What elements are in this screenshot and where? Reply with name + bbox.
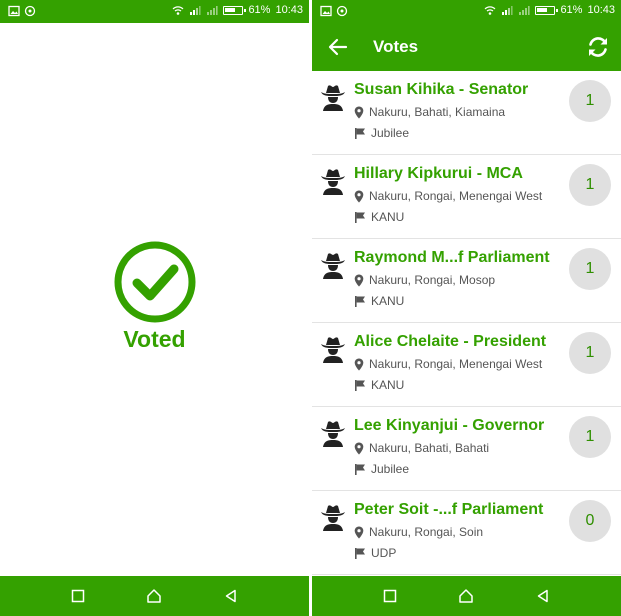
app-bar: Votes [312,23,621,71]
cowboy-avatar-icon [321,421,345,447]
candidate-name: Susan Kihika - Senator [354,81,529,98]
location-pin-icon [354,358,364,370]
vote-row[interactable]: Raymond M...f Parliament Nakuru, Rongai,… [312,239,621,323]
battery-percent: 61% [560,4,583,16]
back-nav-icon[interactable] [219,584,243,608]
vote-row[interactable]: Peter Soit -...f Parliament Nakuru, Rong… [312,491,621,575]
party-text: KANU [371,210,405,224]
location-pin-icon [354,442,364,454]
party-text: Jubilee [371,462,410,476]
flag-icon [355,464,365,475]
location-pin-icon [354,106,364,118]
party-line: Jubilee [354,462,409,476]
location-line: Nakuru, Rongai, Menengai West [354,189,542,203]
flag-icon [355,128,365,139]
party-text: KANU [371,294,405,308]
wifi-icon [173,6,184,15]
cowboy-avatar-icon [321,505,345,531]
location-text: Nakuru, Rongai, Menengai West [369,189,543,203]
candidate-name: Hillary Kipkurui - MCA [354,165,523,182]
status-bar: 61% 10:43 [0,0,309,23]
voted-screen: 61% 10:43 Voted [0,0,309,616]
flag-icon [355,296,365,307]
flag-icon [355,548,365,559]
page-title: Votes [373,37,419,56]
status-bar: 61% 10:43 [312,0,621,23]
party-line: UDP [354,546,396,560]
location-line: Nakuru, Rongai, Soin [354,525,483,539]
vote-count-badge: 0 [569,500,611,542]
image-icon [8,5,20,17]
home-icon[interactable] [142,584,166,608]
image-icon [320,5,332,17]
location-text: Nakuru, Rongai, Soin [369,525,484,539]
recent-apps-icon[interactable] [66,584,90,608]
location-pin-icon [354,190,364,202]
check-circle-icon [114,241,195,323]
signal-icon [502,6,514,15]
back-nav-icon[interactable] [531,584,555,608]
vote-row[interactable]: Alice Chelaite - President Nakuru, Ronga… [312,323,621,407]
location-line: Nakuru, Bahati, Bahati [354,441,489,455]
party-text: UDP [371,546,397,560]
party-text: Jubilee [371,126,410,140]
party-line: KANU [354,294,404,308]
location-pin-icon [354,274,364,286]
location-text: Nakuru, Rongai, Mosop [369,273,496,287]
candidate-name: Lee Kinyanjui - Governor [354,417,545,434]
battery-icon [223,5,247,15]
vote-row[interactable]: Susan Kihika - Senator Nakuru, Bahati, K… [312,71,621,155]
sync-icon [24,5,36,17]
location-text: Nakuru, Bahati, Bahati [369,441,490,455]
vote-count-badge: 1 [569,164,611,206]
party-line: Jubilee [354,126,409,140]
flag-icon [355,212,365,223]
wifi-icon [485,6,496,15]
party-line: KANU [354,210,404,224]
vote-row[interactable]: Lee Kinyanjui - Governor Nakuru, Bahati,… [312,407,621,491]
cowboy-avatar-icon [321,253,345,279]
vote-count-badge: 1 [569,416,611,458]
votes-screen: 61% 10:43 Votes Susan Kihika - Senator N… [312,0,621,616]
vote-count-badge: 1 [569,80,611,122]
vote-row[interactable]: Hillary Kipkurui - MCA Nakuru, Rongai, M… [312,155,621,239]
candidate-name: Alice Chelaite - President [354,333,547,350]
battery-icon [535,5,559,15]
party-text: KANU [371,378,405,392]
clock: 10:43 [587,4,615,16]
battery-percent: 61% [248,4,271,16]
vote-count-badge: 1 [569,332,611,374]
party-line: KANU [354,378,404,392]
back-arrow-icon[interactable] [326,35,350,59]
location-line: Nakuru, Bahati, Kiamaina [354,105,505,119]
signal-icon [207,6,219,15]
cowboy-avatar-icon [321,85,345,111]
cowboy-avatar-icon [321,169,345,195]
voted-label: Voted [123,326,186,352]
location-pin-icon [354,526,364,538]
cowboy-avatar-icon [321,337,345,363]
location-line: Nakuru, Rongai, Mosop [354,273,495,287]
signal-icon [190,6,202,15]
system-nav-bar [312,576,621,616]
refresh-icon[interactable] [585,34,611,60]
candidate-name: Peter Soit -...f Parliament [354,501,544,518]
location-text: Nakuru, Rongai, Menengai West [369,357,543,371]
location-text: Nakuru, Bahati, Kiamaina [369,105,506,119]
signal-icon [519,6,531,15]
candidate-name: Raymond M...f Parliament [354,249,550,266]
recent-apps-icon[interactable] [378,584,402,608]
clock: 10:43 [275,4,303,16]
vote-count-badge: 1 [569,248,611,290]
location-line: Nakuru, Rongai, Menengai West [354,357,542,371]
flag-icon [355,380,365,391]
sync-icon [336,5,348,17]
system-nav-bar [0,576,309,616]
votes-list: Susan Kihika - Senator Nakuru, Bahati, K… [312,71,621,575]
home-icon[interactable] [454,584,478,608]
